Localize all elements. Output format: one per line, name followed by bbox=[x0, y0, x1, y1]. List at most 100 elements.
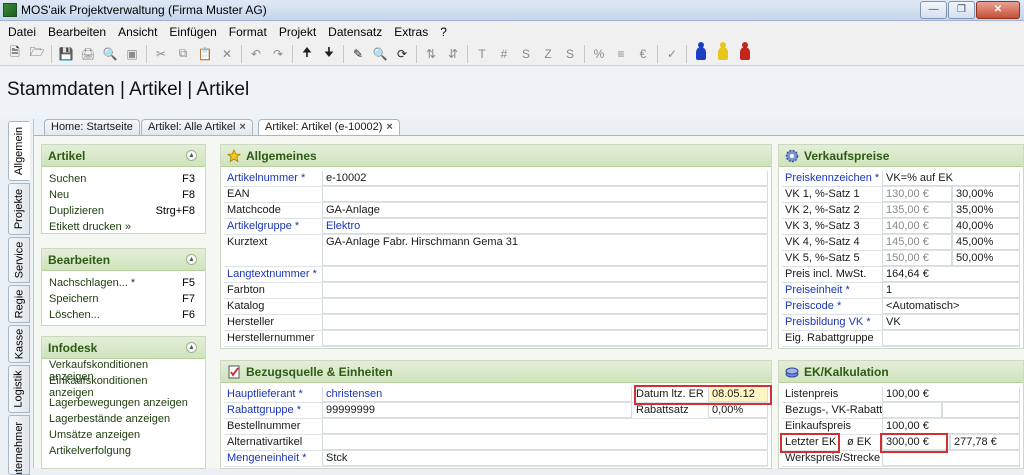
side-tab-regie[interactable]: Regie bbox=[8, 285, 30, 323]
menu-extras[interactable]: Extras bbox=[388, 25, 434, 39]
search-icon[interactable]: 🔍 bbox=[369, 44, 391, 64]
close-button[interactable]: ✕ bbox=[976, 1, 1020, 19]
menu-format[interactable]: Format bbox=[223, 25, 273, 39]
artikelnummer-field[interactable]: e-10002 bbox=[322, 171, 768, 186]
side-tab-projekte[interactable]: Projekte bbox=[8, 183, 30, 235]
preisbildung-vk-field[interactable]: VK bbox=[882, 315, 1020, 330]
datum-ltz-er-field[interactable]: 08.05.12 bbox=[708, 387, 768, 402]
menu-einfuegen[interactable]: Einfügen bbox=[163, 25, 222, 39]
label-langtextnummer[interactable]: Langtextnummer * bbox=[224, 267, 322, 282]
action-loeschen[interactable]: Löschen... F6 bbox=[42, 307, 205, 323]
label-preiskennzeichen[interactable]: Preiskennzeichen * bbox=[782, 171, 882, 186]
durchschnitt-ek-field[interactable]: 277,78 € bbox=[950, 435, 1020, 450]
new-document-icon[interactable]: 🗎 bbox=[4, 44, 26, 64]
matchcode-field[interactable]: GA-Anlage bbox=[322, 203, 768, 218]
side-tab-kasse[interactable]: Kasse bbox=[8, 325, 30, 363]
mengeneinheit-field[interactable]: Stck bbox=[322, 451, 768, 466]
side-tab-allgemein[interactable]: Allgemein bbox=[8, 121, 30, 181]
menu-datei[interactable]: Datei bbox=[2, 25, 42, 39]
paste-icon[interactable]: 📋 bbox=[194, 44, 216, 64]
preiskennzeichen-field[interactable]: VK=% auf EK bbox=[882, 171, 1020, 186]
currency-icon[interactable]: € bbox=[632, 44, 654, 64]
user-red-icon[interactable] bbox=[734, 42, 756, 64]
preis-inkl-mwst-field[interactable]: 164,64 € bbox=[882, 267, 1020, 282]
vk-rabatt-field[interactable] bbox=[942, 403, 1020, 418]
bestellnummer-field[interactable] bbox=[322, 419, 768, 434]
menu-datensatz[interactable]: Datensatz bbox=[322, 25, 388, 39]
kurztext-field[interactable]: GA-Anlage Fabr. Hirschmann Gema 31 bbox=[322, 235, 768, 266]
vk4-price-field[interactable]: 145,00 € bbox=[882, 235, 952, 250]
z-icon[interactable]: Z bbox=[537, 44, 559, 64]
text-icon[interactable]: T bbox=[471, 44, 493, 64]
numbering-icon[interactable]: ≡ bbox=[610, 44, 632, 64]
number-icon[interactable]: # bbox=[493, 44, 515, 64]
action-suchen[interactable]: Suchen F3 bbox=[42, 171, 205, 187]
label-hauptlieferant[interactable]: Hauptlieferant * bbox=[224, 387, 322, 402]
format-icon[interactable]: ✓ bbox=[661, 44, 683, 64]
hauptlieferant-field[interactable]: christensen bbox=[322, 387, 632, 402]
pencil-icon[interactable]: ✎ bbox=[347, 44, 369, 64]
werkspreis-field[interactable] bbox=[882, 451, 1020, 466]
link-lagerbewegungen[interactable]: Lagerbewegungen anzeigen bbox=[42, 395, 205, 411]
preiseinheit-field[interactable]: 1 bbox=[882, 283, 1020, 298]
herstellernummer-field[interactable] bbox=[322, 331, 768, 346]
bezugs-rabatt-field[interactable] bbox=[882, 403, 942, 418]
vk2-price-field[interactable]: 135,00 € bbox=[882, 203, 952, 218]
print-preview-icon[interactable]: 🔍 bbox=[99, 44, 121, 64]
arrow-up-icon[interactable]: 🠉 bbox=[296, 44, 318, 64]
katalog-field[interactable] bbox=[322, 299, 768, 314]
vk3-price-field[interactable]: 140,00 € bbox=[882, 219, 952, 234]
vk5-price-field[interactable]: 150,00 € bbox=[882, 251, 952, 266]
collapse-icon[interactable]: ▲ bbox=[186, 342, 197, 353]
link-einkaufskonditionen[interactable]: Einkaufskonditionen anzeigen bbox=[42, 375, 205, 399]
side-tab-logistik[interactable]: Logistik bbox=[8, 365, 30, 413]
action-nachschlagen[interactable]: Nachschlagen... * F5 bbox=[42, 275, 205, 291]
user-yellow-icon[interactable] bbox=[712, 42, 734, 64]
link-umsaetze[interactable]: Umsätze anzeigen bbox=[42, 427, 205, 443]
tab-home[interactable]: Home: Startseite bbox=[44, 119, 140, 135]
collapse-icon[interactable]: ▲ bbox=[186, 150, 197, 161]
link-lagerbestaende[interactable]: Lagerbestände anzeigen bbox=[42, 411, 205, 427]
percent-icon[interactable]: % bbox=[588, 44, 610, 64]
vk1-percent-field[interactable]: 30,00% bbox=[952, 187, 1020, 202]
label-preiscode[interactable]: Preiscode * bbox=[782, 299, 882, 314]
action-duplizieren[interactable]: Duplizieren Strg+F8 bbox=[42, 203, 205, 219]
action-speichern[interactable]: Speichern F7 bbox=[42, 291, 205, 307]
langtextnummer-field[interactable] bbox=[322, 267, 768, 282]
refresh-icon[interactable]: ⟳ bbox=[391, 44, 413, 64]
eig-rabattgruppe-field[interactable] bbox=[882, 331, 1020, 346]
close-tab-icon[interactable]: × bbox=[386, 121, 392, 133]
einkaufspreis-field[interactable]: 100,00 € bbox=[882, 419, 1020, 434]
tab-alle-artikel[interactable]: Artikel: Alle Artikel × bbox=[141, 119, 253, 135]
vk4-percent-field[interactable]: 45,00% bbox=[952, 235, 1020, 250]
label-artikelgruppe[interactable]: Artikelgruppe * bbox=[224, 219, 322, 234]
rabattgruppe-field[interactable]: 99999999 bbox=[322, 403, 632, 418]
print-icon[interactable]: 🖨 bbox=[77, 44, 99, 64]
preiscode-field[interactable]: <Automatisch> bbox=[882, 299, 1020, 314]
side-tab-service[interactable]: Service bbox=[8, 237, 30, 283]
link-artikelverfolgung[interactable]: Artikelverfolgung bbox=[42, 443, 205, 459]
artikelgruppe-field[interactable]: Elektro bbox=[322, 219, 768, 234]
rabattsatz-field[interactable]: 0,00% bbox=[708, 403, 768, 418]
vk3-percent-field[interactable]: 40,00% bbox=[952, 219, 1020, 234]
farbton-field[interactable] bbox=[322, 283, 768, 298]
sort-desc-icon[interactable]: ⇵ bbox=[442, 44, 464, 64]
action-neu[interactable]: Neu F8 bbox=[42, 187, 205, 203]
maximize-button[interactable]: ❐ bbox=[948, 1, 975, 19]
close-tab-icon[interactable]: × bbox=[239, 121, 245, 133]
label-mengeneinheit[interactable]: Mengeneinheit * bbox=[224, 451, 322, 466]
menu-ansicht[interactable]: Ansicht bbox=[112, 25, 163, 39]
side-tab-unternehmer[interactable]: Unternehmer bbox=[8, 415, 30, 475]
label-preisbildung-vk[interactable]: Preisbildung VK * bbox=[782, 315, 882, 330]
menu-help[interactable]: ? bbox=[434, 25, 453, 39]
listenpreis-field[interactable]: 100,00 € bbox=[882, 387, 1020, 402]
save-icon[interactable]: 💾 bbox=[55, 44, 77, 64]
undo-icon[interactable]: ↶ bbox=[245, 44, 267, 64]
preview-icon[interactable]: ▣ bbox=[121, 44, 143, 64]
label-preiseinheit[interactable]: Preiseinheit * bbox=[782, 283, 882, 298]
letzter-ek-field[interactable]: 300,00 € bbox=[882, 435, 950, 450]
label-artikelnummer[interactable]: Artikelnummer * bbox=[224, 171, 322, 186]
label-rabattgruppe[interactable]: Rabattgruppe * bbox=[224, 403, 322, 418]
tab-artikel-e10002[interactable]: Artikel: Artikel (e-10002) × bbox=[258, 119, 400, 135]
open-folder-icon[interactable]: 🗁 bbox=[26, 44, 48, 64]
